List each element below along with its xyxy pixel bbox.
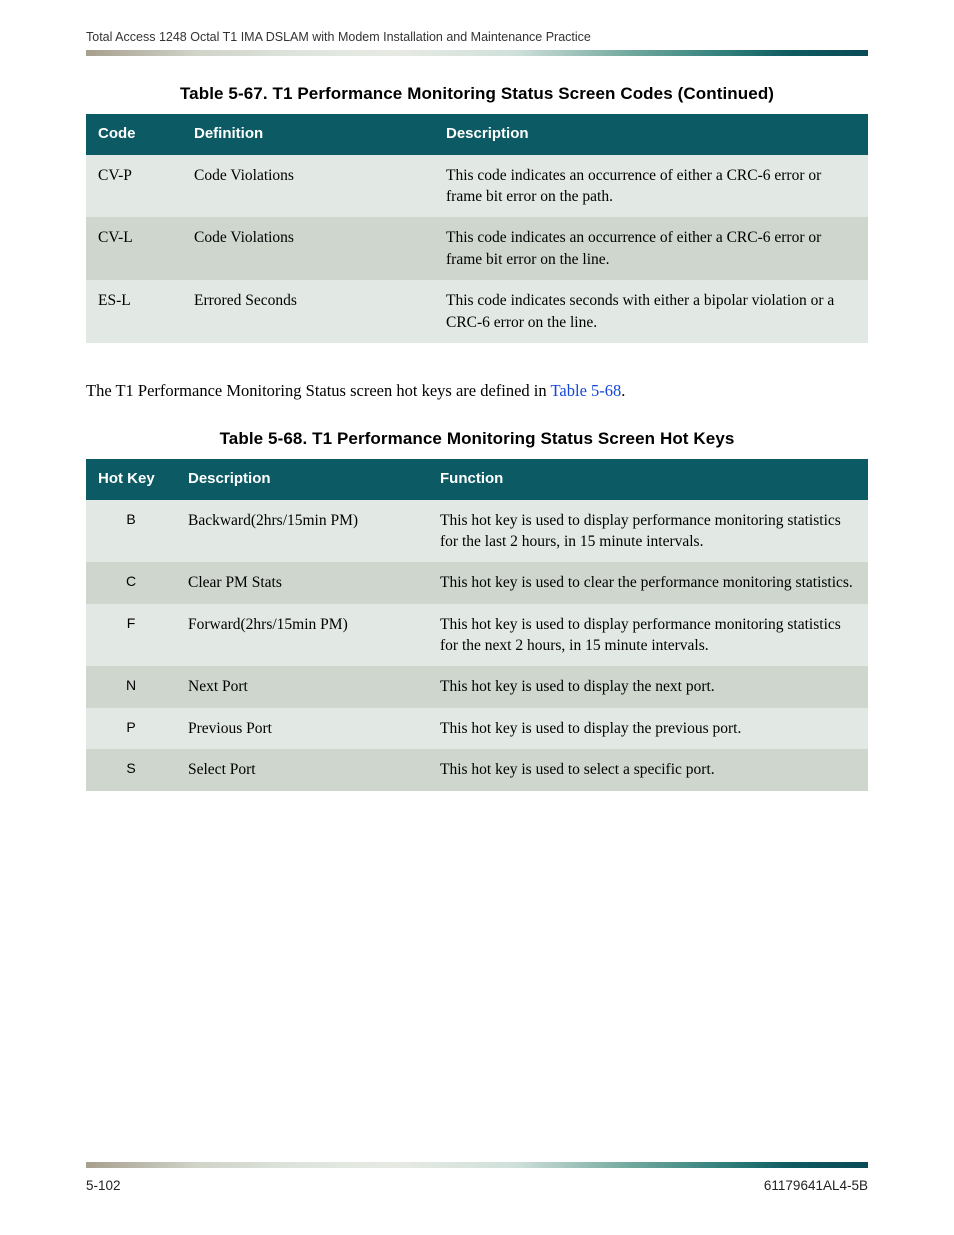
table-row: ES-L Errored Seconds This code indicates… — [86, 280, 868, 343]
function-cell: This hot key is used to display the prev… — [428, 708, 868, 749]
table-67-caption: Table 5-67. T1 Performance Monitoring St… — [86, 84, 868, 104]
function-cell: This hot key is used to display performa… — [428, 500, 868, 563]
page-footer: 5-102 61179641AL4-5B — [86, 1162, 868, 1193]
code-cell: ES-L — [86, 280, 182, 343]
table-row: N Next Port This hot key is used to disp… — [86, 666, 868, 707]
description-cell: Select Port — [176, 749, 428, 790]
para-post: . — [621, 381, 625, 400]
footer-rule — [86, 1162, 868, 1168]
table-68-header-description: Description — [176, 459, 428, 500]
definition-cell: Errored Seconds — [182, 280, 434, 343]
description-cell: Forward(2hrs/15min PM) — [176, 604, 428, 667]
running-header: Total Access 1248 Octal T1 IMA DSLAM wit… — [86, 30, 868, 44]
table-row: F Forward(2hrs/15min PM) This hot key is… — [86, 604, 868, 667]
table-row: B Backward(2hrs/15min PM) This hot key i… — [86, 500, 868, 563]
header-rule — [86, 50, 868, 56]
hotkey-cell: S — [86, 749, 176, 790]
table-68: Hot Key Description Function B Backward(… — [86, 459, 868, 791]
description-cell: Clear PM Stats — [176, 562, 428, 603]
description-cell: This code indicates an occurrence of eit… — [434, 155, 868, 218]
para-pre: The T1 Performance Monitoring Status scr… — [86, 381, 550, 400]
description-cell: This code indicates seconds with either … — [434, 280, 868, 343]
table-67-head: Code Definition Description — [86, 114, 868, 155]
doc-number: 61179641AL4-5B — [764, 1178, 868, 1193]
intro-paragraph: The T1 Performance Monitoring Status scr… — [86, 379, 868, 403]
xref-table-5-68[interactable]: Table 5-68 — [550, 381, 621, 400]
description-cell: Backward(2hrs/15min PM) — [176, 500, 428, 563]
hotkey-cell: P — [86, 708, 176, 749]
hotkey-cell: C — [86, 562, 176, 603]
page-number: 5-102 — [86, 1178, 121, 1193]
table-68-header-function: Function — [428, 459, 868, 500]
table-68-head: Hot Key Description Function — [86, 459, 868, 500]
table-row: CV-L Code Violations This code indicates… — [86, 217, 868, 280]
function-cell: This hot key is used to display the next… — [428, 666, 868, 707]
table-row: CV-P Code Violations This code indicates… — [86, 155, 868, 218]
definition-cell: Code Violations — [182, 155, 434, 218]
description-cell: Next Port — [176, 666, 428, 707]
code-cell: CV-P — [86, 155, 182, 218]
table-row: S Select Port This hot key is used to se… — [86, 749, 868, 790]
description-cell: Previous Port — [176, 708, 428, 749]
hotkey-cell: N — [86, 666, 176, 707]
table-68-header-hotkey: Hot Key — [86, 459, 176, 500]
function-cell: This hot key is used to clear the perfor… — [428, 562, 868, 603]
table-68-caption: Table 5-68. T1 Performance Monitoring St… — [86, 429, 868, 449]
table-67-header-definition: Definition — [182, 114, 434, 155]
hotkey-cell: F — [86, 604, 176, 667]
function-cell: This hot key is used to select a specifi… — [428, 749, 868, 790]
page: Total Access 1248 Octal T1 IMA DSLAM wit… — [0, 0, 954, 1235]
table-67: Code Definition Description CV-P Code Vi… — [86, 114, 868, 343]
table-67-header-description: Description — [434, 114, 868, 155]
code-cell: CV-L — [86, 217, 182, 280]
table-row: C Clear PM Stats This hot key is used to… — [86, 562, 868, 603]
table-row: P Previous Port This hot key is used to … — [86, 708, 868, 749]
hotkey-cell: B — [86, 500, 176, 563]
table-67-header-code: Code — [86, 114, 182, 155]
definition-cell: Code Violations — [182, 217, 434, 280]
description-cell: This code indicates an occurrence of eit… — [434, 217, 868, 280]
function-cell: This hot key is used to display performa… — [428, 604, 868, 667]
